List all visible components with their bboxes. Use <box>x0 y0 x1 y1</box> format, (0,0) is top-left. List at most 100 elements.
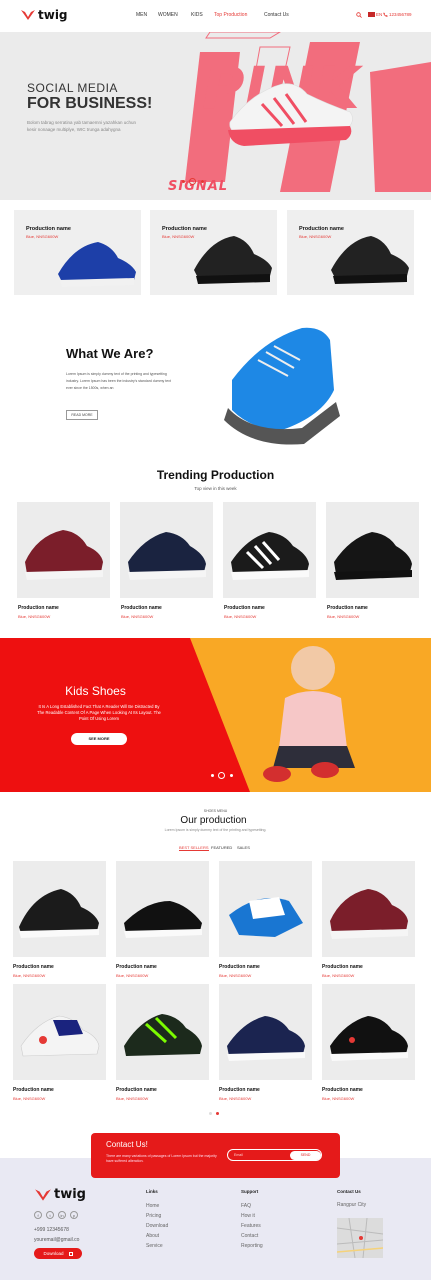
hero-slider-dot-3[interactable] <box>201 180 204 183</box>
footer-logo[interactable]: twig <box>34 1187 86 1202</box>
footer-link-about[interactable]: About <box>146 1233 159 1239</box>
footer-brand-name: twig <box>54 1187 86 1202</box>
our-production-title: Our production <box>180 815 247 826</box>
download-button[interactable]: Download <box>34 1248 82 1259</box>
product-price: Blue, NNSG600W <box>116 973 149 978</box>
black-sneaker-image <box>331 236 409 284</box>
flag-icon[interactable] <box>368 12 375 17</box>
footer-link-home[interactable]: Home <box>146 1203 159 1209</box>
nav-kids[interactable]: KIDS <box>191 12 203 18</box>
footer-support-contact[interactable]: Contact <box>241 1233 258 1239</box>
product-image <box>116 861 209 957</box>
kids-slider-dot-1[interactable] <box>211 774 214 777</box>
product-name: Production name <box>116 964 157 970</box>
featured-card[interactable]: Production name Blue, NNSG600W <box>287 210 414 295</box>
contact-band-title: Contact Us! <box>106 1140 148 1149</box>
logo-icon <box>35 1188 51 1201</box>
hero-banner: PINK SIGNAL SOCIAL MEDIA FOR BUSINESS! B… <box>0 32 431 200</box>
logo-icon <box>21 10 35 20</box>
nav-contact-us[interactable]: Contact Us <box>264 12 289 18</box>
footer-map[interactable] <box>337 1218 383 1258</box>
trending-subtitle: Top view in this week <box>194 486 237 491</box>
product-image <box>116 984 209 1080</box>
product-name: Production name <box>13 1087 54 1093</box>
kids-slider-dot-3[interactable] <box>230 774 233 777</box>
contact-band: Contact Us! There are many variations of… <box>91 1133 340 1178</box>
page: twig MEN WOMEN KIDS Top Production Conta… <box>0 0 431 1280</box>
nav-women[interactable]: WOMEN <box>158 12 178 18</box>
kids-banner: Kids Shoes It Is A Long Established Fact… <box>0 638 431 792</box>
header: twig MEN WOMEN KIDS Top Production Conta… <box>0 0 431 32</box>
product-price: Blue, NNSG600W <box>327 614 360 619</box>
read-more-button[interactable]: READ MORE <box>66 410 98 420</box>
footer-support-faq[interactable]: FAQ <box>241 1203 251 1209</box>
product-name: Production name <box>116 1087 157 1093</box>
pagination-dot-2[interactable] <box>216 1112 219 1115</box>
footer-link-service[interactable]: Service <box>146 1243 163 1249</box>
product-price: Blue, NNSG600W <box>219 1096 252 1101</box>
product-price: Blue, NNSG600W <box>322 1096 355 1101</box>
baby-image <box>263 646 355 782</box>
footer-support-reporting[interactable]: Reporting <box>241 1243 263 1249</box>
map-image <box>337 1218 383 1258</box>
brand-logo[interactable]: twig <box>20 8 68 22</box>
footer-email[interactable]: youremail@gmail.co <box>34 1237 79 1243</box>
blue-sneaker-image <box>58 242 136 287</box>
about-image <box>212 320 352 452</box>
product-price: Blue, NNSG600W <box>322 973 355 978</box>
pinterest-icon[interactable]: p <box>70 1211 78 1219</box>
hero-slider-dot-1[interactable] <box>182 180 185 183</box>
tab-sales[interactable]: SALES <box>237 845 250 850</box>
nav-top-production[interactable]: Top Production <box>214 12 247 18</box>
footer-phone[interactable]: +999 12345678 <box>34 1227 69 1233</box>
language-selector[interactable]: EN <box>376 12 382 17</box>
footer-city: Rangpur City <box>337 1202 367 1208</box>
twitter-icon[interactable]: t <box>46 1211 54 1219</box>
linkedin-icon[interactable]: in <box>58 1211 66 1219</box>
product-image <box>322 861 415 957</box>
social-links: f t in p <box>34 1211 78 1219</box>
email-field[interactable]: Email SEND <box>227 1149 322 1161</box>
tab-featured[interactable]: FEATURED <box>211 845 232 850</box>
product-image <box>326 502 419 598</box>
product-image <box>223 502 316 598</box>
footer-contact-title: Contact Us <box>337 1189 361 1194</box>
product-price: Blue, NNSG600W <box>13 973 46 978</box>
search-icon[interactable] <box>356 12 362 18</box>
hero-description: Bolom tabrag serratina yab tamaemni yaza… <box>27 120 137 132</box>
see-more-button[interactable]: SEE MORE <box>71 733 127 745</box>
product-price: Blue, NNSG600W <box>121 614 154 619</box>
footer-support-how-it[interactable]: How it <box>241 1213 255 1219</box>
product-name: Production name <box>18 605 59 611</box>
hero-subtitle: SOCIAL MEDIA <box>27 81 118 95</box>
footer-link-pricing[interactable]: Pricing <box>146 1213 161 1219</box>
our-production-kicker: SHOES MENU <box>203 809 228 813</box>
nav-men[interactable]: MEN <box>136 12 147 18</box>
footer-links-title: Links <box>146 1189 158 1194</box>
kids-slider-dot-2[interactable] <box>218 772 225 779</box>
phone-icon <box>383 12 388 17</box>
hero-signal-text: SIGNAL <box>168 179 229 194</box>
blue-running-shoe-image <box>224 327 340 445</box>
hero-slider-dot-2[interactable] <box>189 178 196 185</box>
product-name: Production name <box>327 605 368 611</box>
header-phone[interactable]: 123456789 <box>389 12 412 17</box>
contact-band-text: There are many variations of passages of… <box>106 1154 217 1163</box>
footer-link-download[interactable]: Download <box>146 1223 168 1229</box>
product-name: Production name <box>322 1087 363 1093</box>
tab-best-sellers[interactable]: BEST SELLERS <box>179 845 209 851</box>
featured-card[interactable]: Production name Blue, NNSG600W <box>14 210 141 295</box>
featured-card[interactable]: Production name Blue, NNSG600W <box>150 210 277 295</box>
send-button[interactable]: SEND <box>290 1151 321 1160</box>
product-image <box>219 984 312 1080</box>
pagination-dot-1[interactable] <box>209 1112 212 1115</box>
kids-text: It Is A Long Established Fact That A Rea… <box>37 704 161 721</box>
product-image <box>13 984 106 1080</box>
about-text: Lorem Ipsum is simply dummy text of the … <box>66 372 171 390</box>
footer-support-features[interactable]: Features <box>241 1223 261 1229</box>
about-title: What We Are? <box>66 346 154 361</box>
product-name: Production name <box>219 1087 260 1093</box>
product-image <box>13 861 106 957</box>
trending-title: Trending Production <box>156 468 275 482</box>
facebook-icon[interactable]: f <box>34 1211 42 1219</box>
